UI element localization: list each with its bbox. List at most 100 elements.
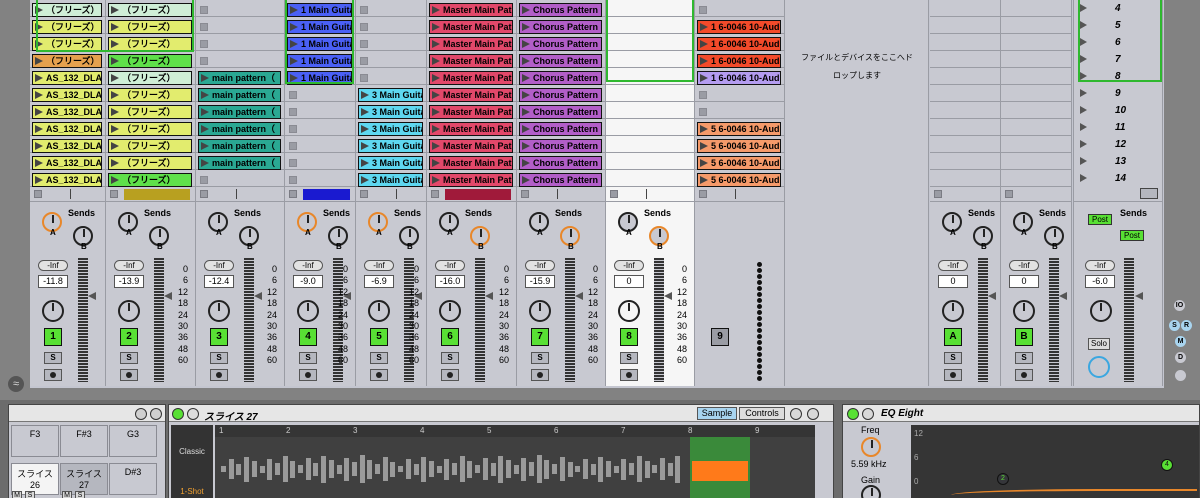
- stop-all-clips-button[interactable]: [699, 190, 707, 198]
- tab-sample[interactable]: Sample: [697, 407, 737, 420]
- volume-display[interactable]: 0: [938, 275, 968, 288]
- clip[interactable]: （フリーズ）: [108, 71, 192, 85]
- selected-slice[interactable]: [690, 437, 750, 498]
- clip-slot[interactable]: Master Main Pat: [427, 2, 516, 17]
- clip[interactable]: 3 Main Guita: [358, 173, 423, 187]
- scene-launch-13[interactable]: 13: [1080, 154, 1150, 169]
- clip[interactable]: main pattern（: [198, 105, 281, 119]
- volume-fader-handle[interactable]: [664, 292, 672, 300]
- track-activator-9[interactable]: 9: [711, 328, 729, 346]
- clip-slot[interactable]: [606, 104, 694, 119]
- clip-stop-button[interactable]: [360, 74, 368, 82]
- clip-slot[interactable]: AS_132_DLA: [30, 172, 105, 187]
- pan-knob[interactable]: [618, 300, 640, 322]
- clip-slot[interactable]: 3 Main Guita: [356, 87, 426, 102]
- clip[interactable]: 1 6-0046 10-Aud: [697, 37, 781, 51]
- clip-stop-button[interactable]: [289, 108, 297, 116]
- clip-slot[interactable]: main pattern（: [196, 87, 284, 102]
- clip[interactable]: main pattern（: [198, 88, 281, 102]
- slice-marker[interactable]: 8: [688, 426, 692, 435]
- volume-display[interactable]: -16.0: [435, 275, 465, 288]
- toggle-io[interactable]: IO: [1174, 300, 1185, 311]
- solo-button[interactable]: S: [620, 352, 638, 364]
- clip-slot[interactable]: Master Main Pat: [427, 53, 516, 68]
- scene-launch-11[interactable]: 11: [1080, 120, 1150, 135]
- clip-slot[interactable]: 3 Main Guita: [356, 104, 426, 119]
- clip-stop-button[interactable]: [289, 125, 297, 133]
- peak-level-display[interactable]: -Inf: [1009, 260, 1039, 271]
- classic-mode-button[interactable]: Classic: [173, 447, 211, 456]
- clip-slot[interactable]: [285, 155, 355, 170]
- volume-fader-handle[interactable]: [575, 292, 583, 300]
- clip-slot[interactable]: [196, 2, 284, 17]
- clip-slot[interactable]: [606, 155, 694, 170]
- volume-fader-handle[interactable]: [254, 292, 262, 300]
- clip-slot[interactable]: [695, 2, 784, 17]
- clip[interactable]: Chorus Pattern: [519, 173, 602, 187]
- clip-stop-button[interactable]: [699, 6, 707, 14]
- clip-slot[interactable]: AS_132_DLA: [30, 138, 105, 153]
- track-activator-4[interactable]: 4: [299, 328, 317, 346]
- clip-stop-button[interactable]: [360, 6, 368, 14]
- one-shot-mode-button[interactable]: 1-Shot: [173, 487, 211, 496]
- arm-button[interactable]: [370, 369, 388, 381]
- clip-slot[interactable]: Chorus Pattern: [517, 155, 605, 170]
- clip[interactable]: Chorus Pattern: [519, 139, 602, 153]
- clip[interactable]: 1 6-0046 10-Aud: [697, 71, 781, 85]
- clip-slot[interactable]: Master Main Pat: [427, 87, 516, 102]
- solo-button[interactable]: S: [441, 352, 459, 364]
- arm-button[interactable]: [441, 369, 459, 381]
- clip-slot[interactable]: main pattern（: [196, 104, 284, 119]
- slice-marker[interactable]: 2: [286, 426, 290, 435]
- peak-level-display[interactable]: -Inf: [435, 260, 465, 271]
- track-activator-2[interactable]: 2: [120, 328, 138, 346]
- clip[interactable]: Master Main Pat: [429, 71, 513, 85]
- clip-slot[interactable]: Master Main Pat: [427, 36, 516, 51]
- volume-display[interactable]: -6.9: [364, 275, 394, 288]
- clip-slot[interactable]: 1 6-0046 10-Aud: [695, 19, 784, 34]
- clip[interactable]: 3 Main Guita: [358, 139, 423, 153]
- solo-button[interactable]: S: [44, 352, 62, 364]
- clip-slot[interactable]: [196, 36, 284, 51]
- clip-stop-button[interactable]: [699, 108, 707, 116]
- volume-display[interactable]: -9.0: [293, 275, 323, 288]
- volume-display[interactable]: -12.4: [204, 275, 234, 288]
- peak-level-display[interactable]: -Inf: [938, 260, 968, 271]
- arm-button[interactable]: [299, 369, 317, 381]
- clip-slot[interactable]: Master Main Pat: [427, 19, 516, 34]
- scene-launch-14[interactable]: 14: [1080, 171, 1150, 186]
- clip-slot[interactable]: 3 Main Guita: [356, 155, 426, 170]
- clip-slot[interactable]: Chorus Pattern: [517, 87, 605, 102]
- peak-level-display[interactable]: -Inf: [1085, 260, 1115, 271]
- stop-all-clips-button[interactable]: [360, 190, 368, 198]
- pad-mute-button[interactable]: M: [62, 491, 72, 498]
- scene-launch-5[interactable]: 5: [1080, 18, 1150, 33]
- clip[interactable]: Master Main Pat: [429, 173, 513, 187]
- clip-slot[interactable]: 1 6-0046 10-Aud: [695, 36, 784, 51]
- clip-slot[interactable]: [695, 104, 784, 119]
- clip[interactable]: Chorus Pattern: [519, 88, 602, 102]
- clip[interactable]: Master Main Pat: [429, 37, 513, 51]
- master-fader-handle[interactable]: [1135, 292, 1143, 300]
- track-activator-7[interactable]: 7: [531, 328, 549, 346]
- track-activator-3[interactable]: 3: [210, 328, 228, 346]
- solo-button[interactable]: S: [370, 352, 388, 364]
- clip-slot[interactable]: [196, 19, 284, 34]
- pan-knob[interactable]: [942, 300, 964, 322]
- eq-graph[interactable]: 12 6 0 2 4: [911, 425, 1199, 498]
- clip-stop-button[interactable]: [200, 176, 208, 184]
- track-activator-5[interactable]: 5: [370, 328, 388, 346]
- peak-level-display[interactable]: -Inf: [364, 260, 394, 271]
- volume-display[interactable]: -13.9: [114, 275, 144, 288]
- preview-button[interactable]: [862, 408, 874, 420]
- stop-button[interactable]: [934, 190, 942, 198]
- stop-all-clips-button[interactable]: [34, 190, 42, 198]
- track-activator-8[interactable]: 8: [620, 328, 638, 346]
- clip-slot[interactable]: main pattern（: [196, 138, 284, 153]
- peak-level-display[interactable]: -Inf: [114, 260, 144, 271]
- eq-band-4[interactable]: 4: [1161, 459, 1173, 471]
- drum-pad[interactable]: D#3: [109, 463, 157, 495]
- slice-marker[interactable]: 6: [554, 426, 558, 435]
- clip-slot[interactable]: AS_132_DLA: [30, 104, 105, 119]
- drum-pad[interactable]: G3: [109, 425, 157, 457]
